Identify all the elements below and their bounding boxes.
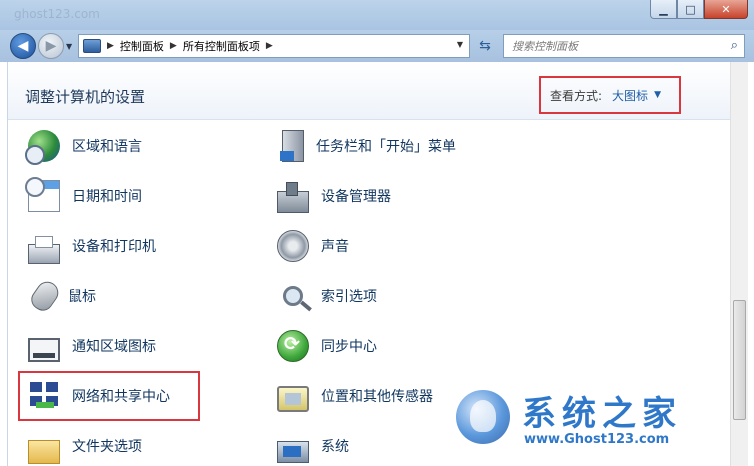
- search-box[interactable]: ⌕: [503, 34, 745, 58]
- item-system[interactable]: 系统: [277, 428, 349, 464]
- recent-pages-dropdown[interactable]: ▼: [66, 42, 72, 51]
- view-by-label: 查看方式:: [550, 88, 603, 103]
- control-panel-icon: [83, 39, 101, 53]
- refresh-icon[interactable]: ⇆: [474, 34, 496, 58]
- item-devices-printers[interactable]: 设备和打印机: [28, 228, 156, 264]
- view-by-control: 查看方式: 大图标 ▼: [539, 76, 681, 114]
- item-label[interactable]: 区域和语言: [72, 136, 142, 156]
- folder-icon: [28, 440, 60, 464]
- item-label[interactable]: 同步中心: [321, 336, 377, 356]
- watermark-logo-icon: [456, 390, 510, 444]
- window-controls: ▁ □ ✕: [650, 0, 748, 19]
- forward-button[interactable]: ▶: [38, 33, 64, 59]
- item-mouse[interactable]: 鼠标: [27, 277, 96, 315]
- search-icon[interactable]: ⌕: [731, 38, 738, 53]
- item-location-sensors[interactable]: 位置和其他传感器: [277, 378, 433, 414]
- item-region-language[interactable]: 区域和语言: [25, 128, 142, 165]
- sync-icon: [277, 330, 309, 362]
- watermark: 系统之家 www.Ghost123.com: [454, 386, 744, 466]
- page-title: 调整计算机的设置: [25, 88, 146, 106]
- highlight-annotation: [18, 371, 200, 421]
- back-button[interactable]: ◀: [10, 33, 36, 59]
- calendar-icon: [25, 177, 60, 212]
- address-dropdown-icon[interactable]: ▼: [457, 40, 463, 49]
- printer-icon: [28, 236, 60, 264]
- item-notification-icons[interactable]: 通知区域图标: [28, 328, 156, 364]
- breadcrumb-control-panel[interactable]: 控制面板: [120, 38, 164, 54]
- chevron-down-icon[interactable]: ▼: [654, 90, 661, 100]
- item-label[interactable]: 通知区域图标: [72, 336, 156, 356]
- item-label[interactable]: 设备和打印机: [72, 236, 156, 256]
- content-header: 调整计算机的设置 查看方式: 大图标 ▼: [8, 62, 730, 120]
- maximize-button[interactable]: □: [677, 0, 704, 19]
- system-icon: [277, 441, 309, 463]
- mouse-icon: [27, 277, 63, 315]
- watermark-url: www.Ghost123.com: [524, 432, 670, 447]
- breadcrumb-separator-icon[interactable]: ▶: [266, 41, 273, 51]
- magnifier-icon: [283, 286, 303, 306]
- item-label[interactable]: 任务栏和「开始」菜单: [316, 136, 456, 156]
- breadcrumb-all-items[interactable]: 所有控制面板项: [183, 38, 260, 54]
- item-sync-center[interactable]: 同步中心: [277, 328, 377, 364]
- watermark-title: 系统之家: [522, 394, 682, 434]
- address-bar[interactable]: ▶ 控制面板 ▶ 所有控制面板项 ▶ ▼: [78, 34, 470, 58]
- close-button[interactable]: ✕: [704, 0, 748, 19]
- title-bar: ghost123.com ▁ □ ✕: [0, 0, 754, 30]
- item-label[interactable]: 索引选项: [321, 286, 377, 306]
- item-sound[interactable]: 声音: [277, 228, 349, 264]
- globe-icon: [25, 130, 60, 165]
- view-by-dropdown[interactable]: 大图标: [612, 87, 648, 104]
- device-manager-icon: [277, 182, 309, 213]
- item-label[interactable]: 鼠标: [68, 286, 96, 306]
- item-label[interactable]: 文件夹选项: [72, 436, 142, 456]
- window-title-ghost: ghost123.com: [14, 7, 100, 21]
- search-input[interactable]: [512, 39, 722, 53]
- item-indexing-options[interactable]: 索引选项: [277, 278, 377, 314]
- tray-icon: [28, 338, 60, 362]
- item-folder-options[interactable]: 文件夹选项: [28, 428, 142, 464]
- item-label[interactable]: 设备管理器: [321, 186, 391, 206]
- sensor-icon: [277, 386, 309, 412]
- item-device-manager[interactable]: 设备管理器: [277, 178, 391, 214]
- speaker-icon: [277, 230, 309, 262]
- item-label[interactable]: 系统: [321, 436, 349, 456]
- taskbar-icon: [280, 130, 304, 162]
- item-taskbar-start-menu[interactable]: 任务栏和「开始」菜单: [277, 128, 456, 164]
- navigation-bar: ◀ ▶ ▼ ▶ 控制面板 ▶ 所有控制面板项 ▶ ▼ ⇆ ⌕: [0, 30, 754, 62]
- item-label[interactable]: 位置和其他传感器: [321, 386, 433, 406]
- item-label[interactable]: 声音: [321, 236, 349, 256]
- item-date-time[interactable]: 日期和时间: [25, 177, 142, 214]
- breadcrumb-separator-icon[interactable]: ▶: [107, 41, 114, 51]
- item-label[interactable]: 日期和时间: [72, 186, 142, 206]
- minimize-button[interactable]: ▁: [650, 0, 677, 19]
- breadcrumb-separator-icon[interactable]: ▶: [170, 41, 177, 51]
